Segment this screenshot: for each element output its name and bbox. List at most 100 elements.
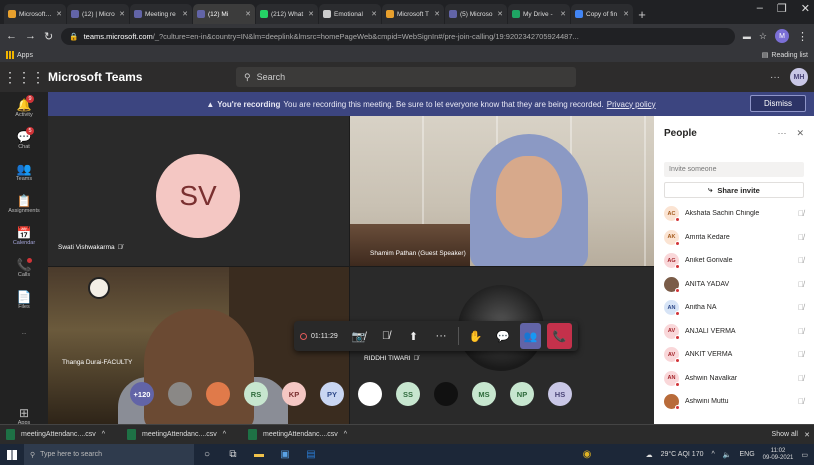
cortana-icon[interactable]: ○ (194, 444, 220, 465)
participant-row[interactable]: AC Akshata Sachin Chingle 🎙̸ (664, 202, 804, 226)
participant-row[interactable]: AV ANJALI VERMA 🎙̸ (664, 320, 804, 344)
raise-hand-button[interactable]: ✋ (465, 323, 487, 349)
participant-row[interactable]: Ashwini Muttu 🎙̸ (664, 390, 804, 414)
chrome-icon[interactable]: ◉ (574, 444, 600, 465)
participant-chip[interactable]: SS (396, 382, 420, 406)
share-invite-button[interactable]: ⤷ Share invite (664, 182, 804, 198)
participant-row[interactable]: AV ANKIT VERMA 🎙̸ (664, 343, 804, 367)
taskbar-search[interactable]: ⚲ Type here to search (24, 444, 194, 465)
volume-icon[interactable]: 🔈 (723, 451, 732, 459)
close-window-icon[interactable]: ✕ (801, 2, 810, 15)
participant-row[interactable]: AG Aniket Gorivale 🎙̸ (664, 249, 804, 273)
maximize-icon[interactable]: ❐ (777, 2, 787, 15)
tab-close-icon[interactable]: ✕ (182, 10, 188, 18)
store-icon[interactable]: ▣ (272, 444, 298, 465)
participant-chip[interactable] (434, 382, 458, 406)
tab-close-icon[interactable]: ✕ (119, 10, 125, 18)
participant-row[interactable]: AK Amrita Kedare 🎙̸ (664, 226, 804, 250)
hang-up-button[interactable]: 📞 (547, 323, 572, 349)
tab-close-icon[interactable]: ✕ (497, 10, 503, 18)
start-button[interactable] (0, 444, 24, 465)
rail-item-files[interactable]: 📄 Files (0, 284, 48, 316)
participant-row[interactable]: AN Anitha NA 🎙̸ (664, 296, 804, 320)
people-button[interactable]: 👥 (519, 323, 542, 349)
apps-bookmark[interactable]: Apps (6, 51, 33, 59)
more-options-icon[interactable]: ··· (777, 128, 786, 139)
language-indicator[interactable]: ENG (740, 451, 755, 458)
more-participants-chip[interactable]: +120 (130, 382, 154, 406)
browser-tab[interactable]: Emotional ✕ (319, 4, 381, 24)
download-item[interactable]: meetingAttendanc....csv ^ (6, 429, 105, 440)
rail-item-chat[interactable]: 💬 Chat 5 (0, 124, 48, 156)
close-icon[interactable]: ✕ (796, 128, 804, 139)
rail-item-calendar[interactable]: 📅 Calendar (0, 220, 48, 252)
forward-icon[interactable]: → (25, 30, 36, 42)
browser-tab[interactable]: Microsoft Te ✕ (4, 4, 66, 24)
participant-chip[interactable]: HS (548, 382, 572, 406)
tab-close-icon[interactable]: ✕ (434, 10, 440, 18)
participant-chip[interactable]: NP (510, 382, 534, 406)
bookmark-star-icon[interactable]: ☆ (759, 31, 767, 42)
browser-tab[interactable]: (5) Microso ✕ (445, 4, 507, 24)
tab-close-icon[interactable]: ✕ (56, 10, 62, 18)
rail-item-calls[interactable]: 📞 Calls (0, 252, 48, 284)
more-options-icon[interactable]: ··· (770, 72, 780, 83)
chevron-up-icon[interactable]: ^ (223, 431, 226, 438)
browser-tab[interactable]: (12) Mi ✕ (193, 4, 255, 24)
participant-chip[interactable] (206, 382, 230, 406)
chevron-up-icon[interactable]: ^ (344, 431, 347, 438)
chat-button[interactable]: 💬 (492, 323, 514, 349)
participant-row[interactable]: ANITA YADAV 🎙̸ (664, 273, 804, 297)
tray-chevron-icon[interactable]: ^ (711, 451, 714, 458)
dismiss-button[interactable]: Dismiss (750, 95, 806, 112)
privacy-policy-link[interactable]: Privacy policy (607, 100, 656, 109)
rail-item-more[interactable]: ... (0, 316, 48, 348)
browser-tab[interactable]: (212) What ✕ (256, 4, 318, 24)
profile-avatar[interactable]: M (775, 29, 789, 43)
participant-chip[interactable]: PY (320, 382, 344, 406)
mic-off-button[interactable]: 🎙̸ (375, 323, 397, 349)
chevron-up-icon[interactable]: ^ (102, 431, 105, 438)
participant-chip[interactable] (168, 382, 192, 406)
user-avatar[interactable]: MH (790, 68, 808, 86)
download-item[interactable]: meetingAttendanc....csv ^ (127, 429, 226, 440)
browser-tab[interactable]: My Drive - ✕ (508, 4, 570, 24)
rail-item-teams[interactable]: 👥 Teams (0, 156, 48, 188)
participant-chip[interactable] (358, 382, 382, 406)
minimize-icon[interactable]: – (757, 2, 763, 15)
participant-chip[interactable]: KP (282, 382, 306, 406)
browser-tab[interactable]: (12) | Micro ✕ (67, 4, 129, 24)
new-tab-button[interactable]: + (634, 4, 650, 24)
url-input[interactable]: 🔒 teams.microsoft.com/_?culture=en-in&co… (61, 27, 735, 45)
browser-menu-icon[interactable]: ⋮ (797, 30, 808, 43)
invite-input[interactable]: Invite someone (664, 162, 804, 177)
word-icon[interactable]: ▤ (298, 444, 324, 465)
app-launcher-icon[interactable]: ⋮⋮⋮ (0, 69, 48, 86)
back-icon[interactable]: ← (6, 30, 17, 42)
notifications-icon[interactable]: ▭ (801, 451, 808, 459)
show-all-button[interactable]: Show all (772, 431, 798, 438)
share-screen-button[interactable]: ⬆ (403, 323, 425, 349)
tab-close-icon[interactable]: ✕ (308, 10, 314, 18)
participant-chip[interactable]: MS (472, 382, 496, 406)
file-explorer-icon[interactable]: ▬ (246, 444, 272, 465)
camera-off-button[interactable]: 📷̸ (348, 323, 370, 349)
taskbar-clock[interactable]: 11:02 09-09-2021 (763, 448, 794, 462)
tab-close-icon[interactable]: ✕ (623, 10, 629, 18)
reload-icon[interactable]: ↻ (44, 30, 53, 43)
rail-item-activity[interactable]: 🔔 Activity 9 (0, 92, 48, 124)
cast-icon[interactable]: ▬ (743, 32, 751, 41)
more-actions-button[interactable]: ··· (430, 323, 452, 349)
reading-list-button[interactable]: ▤ Reading list (762, 51, 808, 60)
close-downloads-icon[interactable]: ✕ (804, 431, 810, 439)
video-tile-sv[interactable]: SV Swati Vishwakarma 🎙̸ (48, 116, 349, 266)
browser-tab[interactable]: Microsoft T ✕ (382, 4, 444, 24)
browser-tab[interactable]: Copy of fin ✕ (571, 4, 633, 24)
video-tile-speaker[interactable]: Shamim Pathan (Guest Speaker) (350, 116, 654, 266)
tab-close-icon[interactable]: ✕ (245, 10, 251, 18)
participant-chip[interactable]: RS (244, 382, 268, 406)
tab-close-icon[interactable]: ✕ (560, 10, 566, 18)
participant-row[interactable]: AN Ashwin Navalkar 🎙̸ (664, 367, 804, 391)
tab-close-icon[interactable]: ✕ (371, 10, 377, 18)
task-view-icon[interactable]: ⧉ (220, 444, 246, 465)
